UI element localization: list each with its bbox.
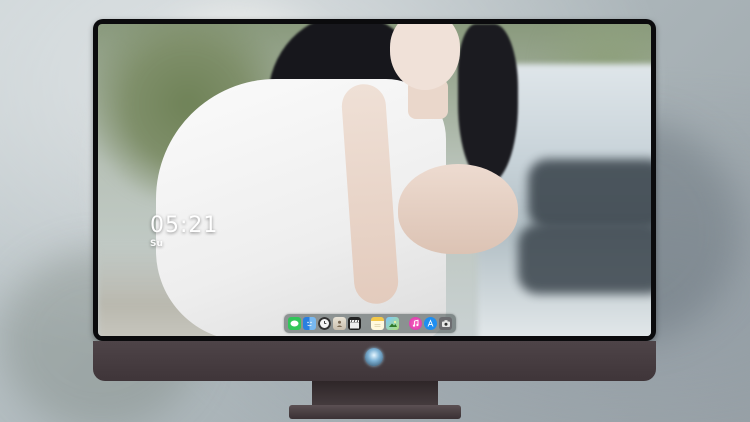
dock-separator xyxy=(401,317,407,330)
camera-icon[interactable] xyxy=(439,317,452,330)
photos-icon[interactable] xyxy=(386,317,399,330)
monitor: 05:21 Su xyxy=(93,19,656,419)
clock-date: Su xyxy=(150,239,163,249)
wallpaper-figure-knee xyxy=(398,164,518,254)
finder-icon[interactable] xyxy=(303,317,316,330)
lock-screen-clock: 05:21 Su xyxy=(150,214,218,250)
notes-icon[interactable] xyxy=(371,317,384,330)
contacts-icon[interactable] xyxy=(333,317,346,330)
wallpaper-rock xyxy=(518,224,651,294)
wallpaper-figure-hair xyxy=(458,24,518,184)
brand-logo-icon xyxy=(365,348,383,366)
clock-icon[interactable] xyxy=(318,317,331,330)
screen-wallpaper[interactable]: 05:21 Su xyxy=(98,24,651,336)
monitor-bezel: 05:21 Su xyxy=(93,19,656,341)
monitor-stand-base xyxy=(289,405,461,419)
wallpaper-rock xyxy=(528,159,651,229)
dock-separator xyxy=(363,317,369,330)
itunes-icon[interactable] xyxy=(409,317,422,330)
clock-time: 05:21 xyxy=(150,213,219,238)
clapperboard-icon[interactable] xyxy=(348,317,361,330)
messages-icon[interactable] xyxy=(288,317,301,330)
dock xyxy=(284,314,456,333)
app-store-icon[interactable] xyxy=(424,317,437,330)
